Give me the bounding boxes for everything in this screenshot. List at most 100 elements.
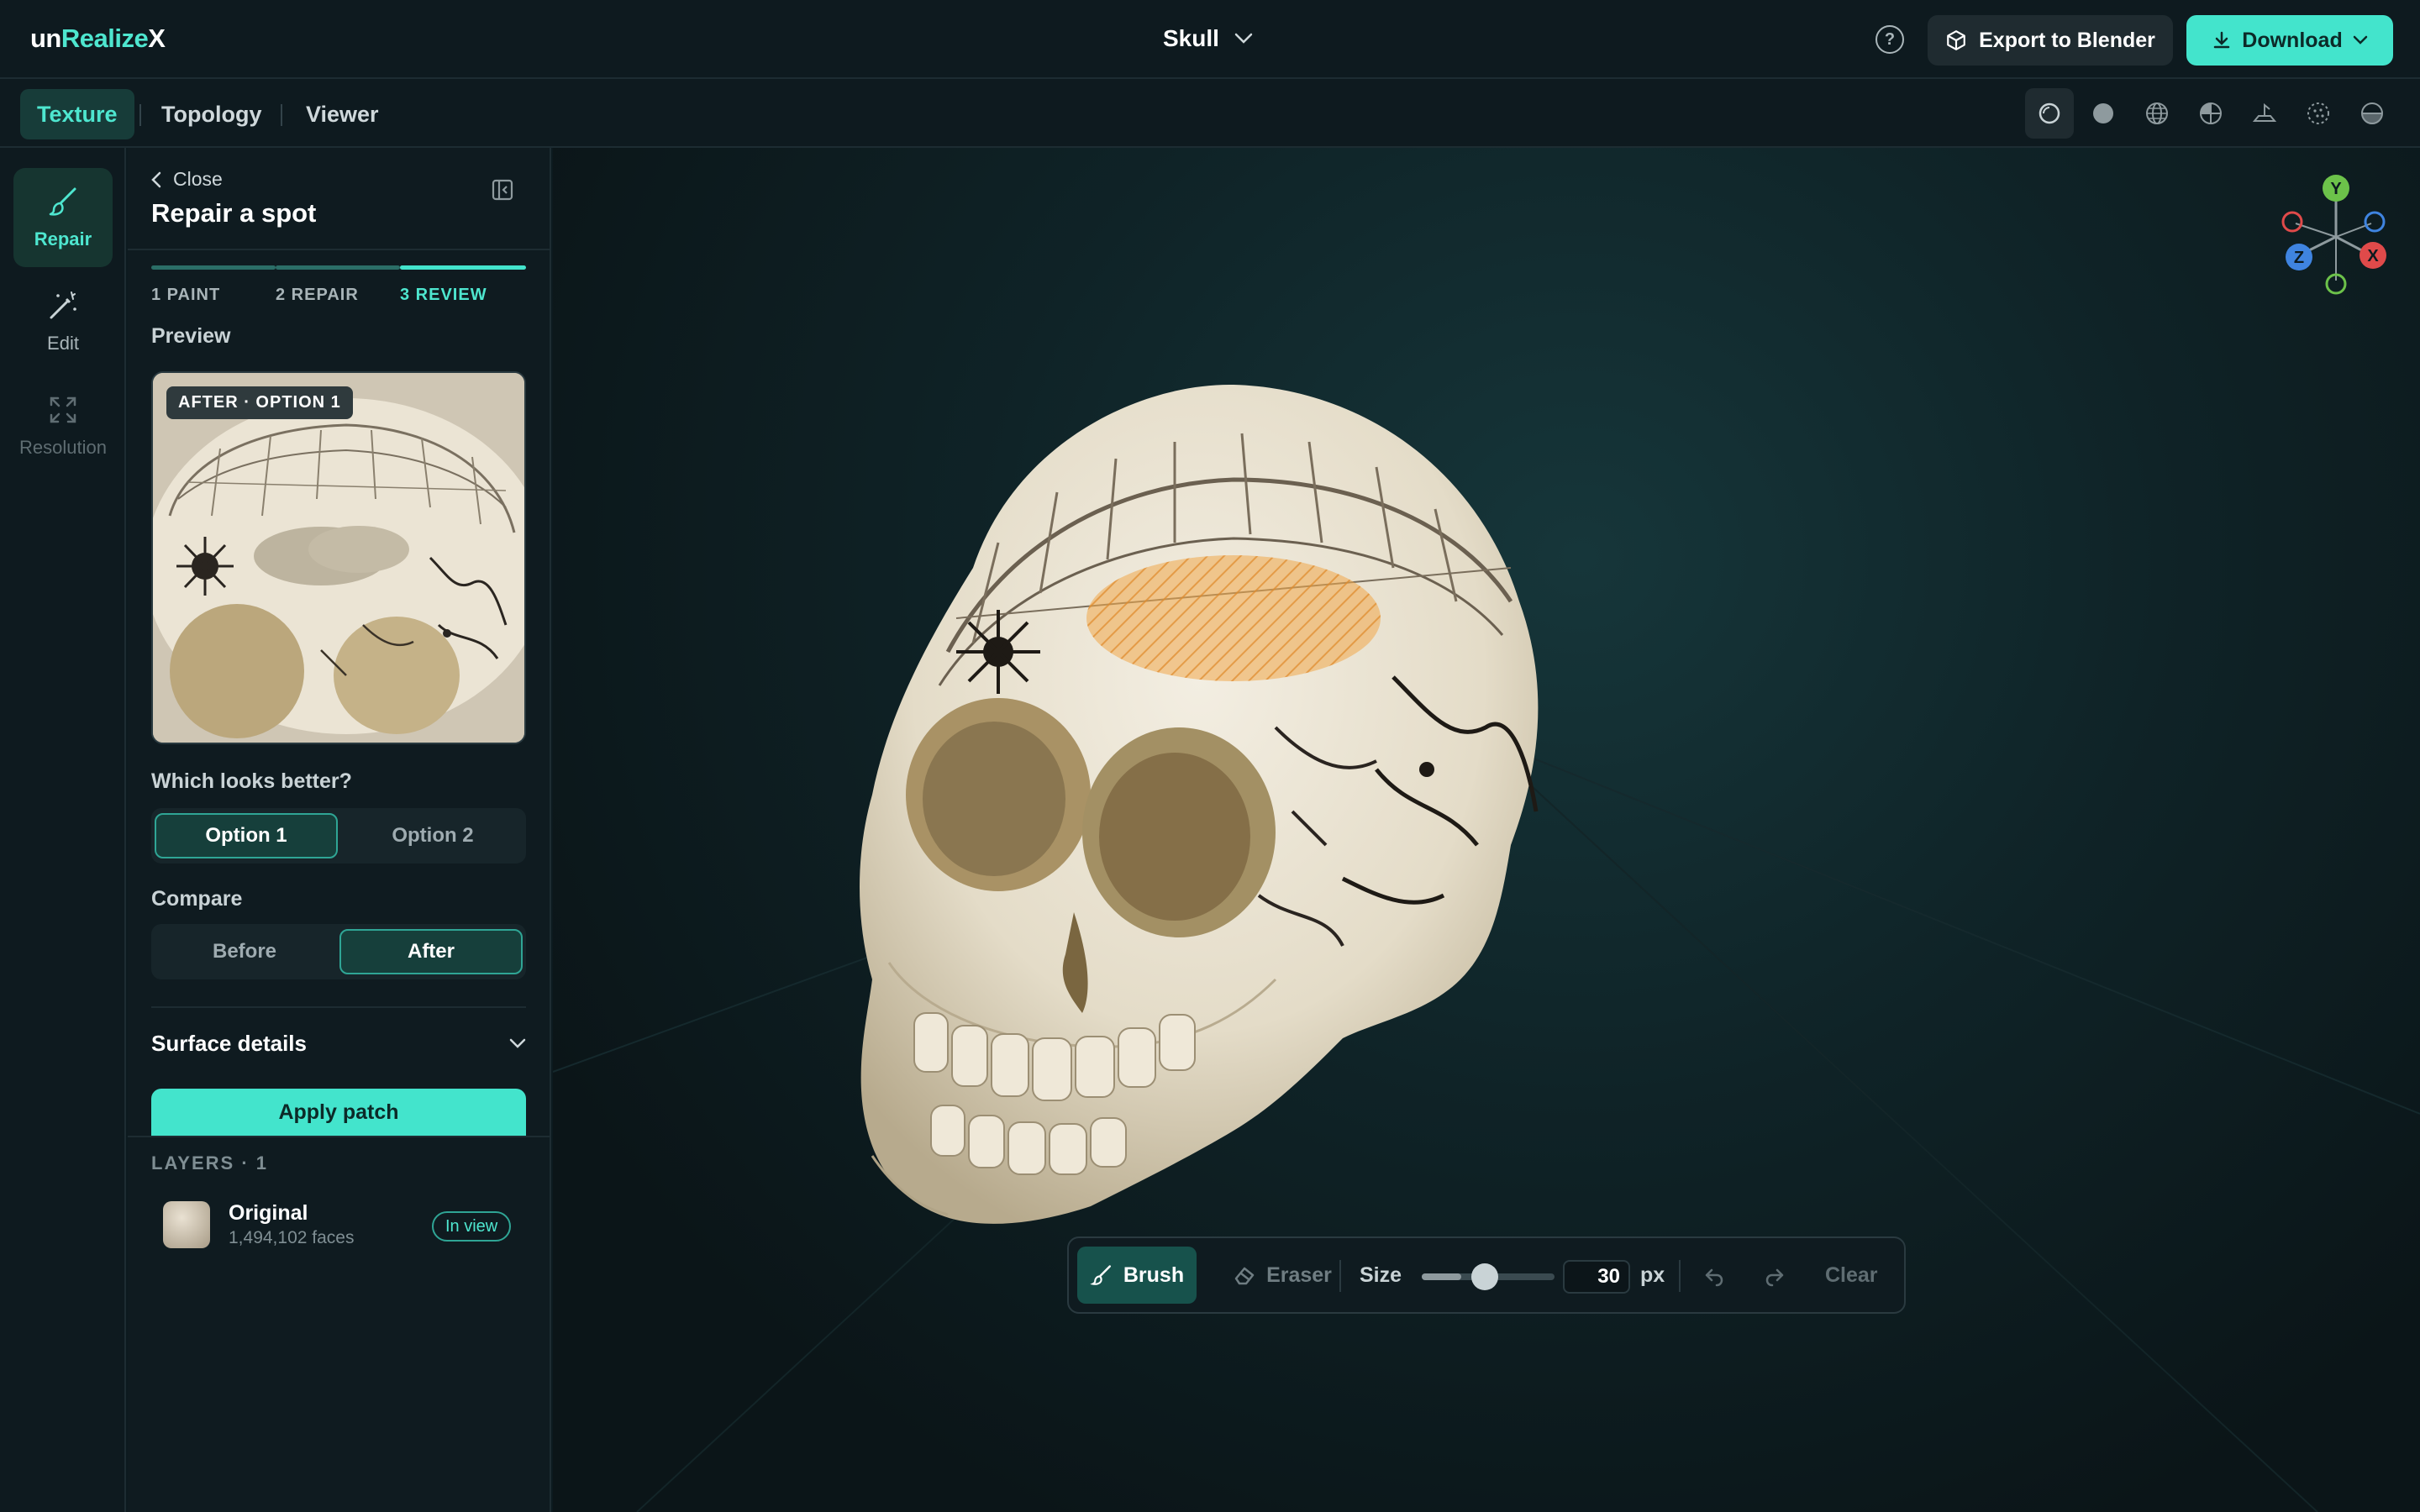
tab-topology[interactable]: Topology — [145, 89, 278, 139]
tab-texture[interactable]: Texture — [20, 89, 134, 139]
logo-suffix: X — [148, 24, 166, 53]
shading-half-button[interactable] — [2348, 88, 2396, 139]
rail-label: Resolution — [19, 437, 107, 458]
help-icon[interactable]: ? — [1876, 25, 1904, 54]
expand-arrows-icon — [50, 396, 76, 423]
compare-toggle: Before After — [151, 924, 526, 979]
project-selector[interactable]: Skull — [1163, 25, 1253, 52]
download-button[interactable]: Download — [2186, 15, 2393, 66]
step-repair[interactable]: 2 REPAIR — [276, 286, 359, 305]
tab-label: Topology — [161, 101, 262, 127]
option-question: Which looks better? — [151, 769, 352, 793]
redo-icon — [1765, 1268, 1784, 1287]
layers-header: LAYERS · 1 — [151, 1152, 269, 1173]
eraser-label: Eraser — [1266, 1263, 1332, 1287]
rail-item-resolution[interactable]: Resolution — [13, 376, 113, 475]
rail-item-repair[interactable]: Repair — [13, 168, 113, 267]
preview-image: AFTER · OPTION 1 — [151, 371, 526, 744]
step-review[interactable]: 3 REVIEW — [400, 286, 487, 305]
neg-z-axis-handle[interactable] — [2364, 211, 2386, 233]
layers-divider — [128, 1136, 551, 1137]
half-sphere-icon — [2361, 102, 2383, 124]
surface-details-label: Surface details — [151, 1030, 307, 1056]
option-selector: Option 1 Option 2 — [151, 808, 526, 864]
chevron-down-icon — [509, 1038, 526, 1048]
shading-wireframe-button[interactable] — [2133, 88, 2181, 139]
apply-patch-button[interactable]: Apply patch — [151, 1089, 526, 1136]
surface-details-toggle[interactable]: Surface details — [151, 1026, 526, 1060]
tab-label: Texture — [37, 101, 118, 127]
preview-label: Preview — [151, 324, 231, 348]
eraser-icon — [1234, 1267, 1255, 1285]
step-bar-paint — [151, 265, 276, 270]
export-label: Export to Blender — [1979, 28, 2155, 52]
close-label: Close — [173, 168, 223, 190]
panel-title: Repair a spot — [151, 198, 317, 228]
option-1-button[interactable]: Option 1 — [155, 813, 338, 858]
brush-size-input[interactable] — [1563, 1260, 1630, 1294]
shading-dotted-button[interactable] — [2294, 88, 2343, 139]
shading-ground-button[interactable] — [2240, 88, 2289, 139]
before-button[interactable]: Before — [155, 929, 334, 974]
download-icon — [2214, 31, 2230, 49]
y-axis-label: Y — [2330, 180, 2342, 198]
redo-button[interactable] — [1756, 1258, 1795, 1297]
3d-viewport[interactable]: Y X Z Brush Eraser Size 30 px Clear — [553, 148, 2420, 1512]
layer-thumbnail — [163, 1201, 210, 1248]
after-button[interactable]: After — [339, 929, 523, 974]
brush-tool-button[interactable]: Brush — [1077, 1247, 1197, 1304]
top-bar: unRealizeX Skull ? Export to Blender Dow… — [0, 0, 2420, 79]
panel-divider — [128, 249, 551, 250]
step-bar-review — [400, 265, 526, 270]
logo-prefix: un — [30, 24, 61, 53]
size-unit: px — [1640, 1263, 1665, 1287]
slider-thumb[interactable] — [1471, 1263, 1499, 1290]
tab-label: Viewer — [306, 101, 379, 127]
rail-label: Repair — [34, 228, 92, 249]
shading-solid-button[interactable] — [2079, 88, 2128, 139]
clear-button[interactable]: Clear — [1825, 1263, 1878, 1288]
rail-item-edit[interactable]: Edit — [13, 272, 113, 371]
skull-preview-illustration — [153, 373, 524, 743]
tab-divider — [139, 104, 141, 126]
skull-model — [860, 384, 1539, 1224]
brush-label: Brush — [1123, 1263, 1185, 1287]
solid-circle-outline-icon — [2039, 102, 2060, 124]
brush-size-slider[interactable] — [1422, 1263, 1555, 1290]
collapse-sidebar-icon[interactable] — [491, 178, 514, 202]
logo-accent: Realize — [60, 24, 149, 53]
magic-wand-icon — [50, 291, 76, 319]
app-root: unRealizeX Skull ? Export to Blender Dow… — [0, 0, 2420, 1512]
layer-name: Original — [229, 1201, 308, 1225]
eraser-tool-button[interactable]: Eraser — [1210, 1247, 1355, 1304]
quadrant-sphere-icon — [2200, 102, 2222, 124]
export-to-blender-button[interactable]: Export to Blender — [1928, 15, 2173, 66]
tab-viewer[interactable]: Viewer — [289, 89, 396, 139]
shading-outline-button[interactable] — [2025, 88, 2074, 139]
paint-toolbar: Brush Eraser Size px Clear — [1067, 1236, 1906, 1314]
layer-item[interactable]: Original 1,494,102 faces In view — [151, 1196, 526, 1255]
neg-x-axis-handle[interactable] — [2281, 211, 2303, 233]
toolbar-divider — [1679, 1260, 1681, 1292]
axis-gizmo[interactable]: Y X Z — [2274, 171, 2391, 297]
solid-sphere-icon — [2093, 103, 2113, 123]
slider-fill — [1422, 1273, 1462, 1280]
chevron-down-icon — [2353, 35, 2367, 45]
brush-icon — [1090, 1265, 1111, 1285]
z-axis-label: Z — [2294, 249, 2304, 267]
mode-tab-bar: Texture Topology Viewer — [0, 79, 2420, 148]
undo-icon — [1705, 1268, 1723, 1287]
wireframe-globe-icon — [2146, 102, 2168, 124]
shading-material-button[interactable] — [2186, 88, 2235, 139]
app-logo[interactable]: unRealizeX — [30, 24, 166, 54]
close-panel-link[interactable]: Close — [151, 168, 223, 191]
section-divider — [151, 1006, 526, 1008]
project-name: Skull — [1163, 25, 1219, 51]
step-paint[interactable]: 1 PAINT — [151, 286, 220, 305]
in-view-badge: In view — [432, 1211, 512, 1242]
option-2-button[interactable]: Option 2 — [343, 813, 523, 858]
size-label: Size — [1360, 1263, 1402, 1287]
undo-button[interactable] — [1694, 1258, 1733, 1297]
tab-divider — [281, 104, 282, 126]
dotted-sphere-icon — [2307, 102, 2329, 124]
